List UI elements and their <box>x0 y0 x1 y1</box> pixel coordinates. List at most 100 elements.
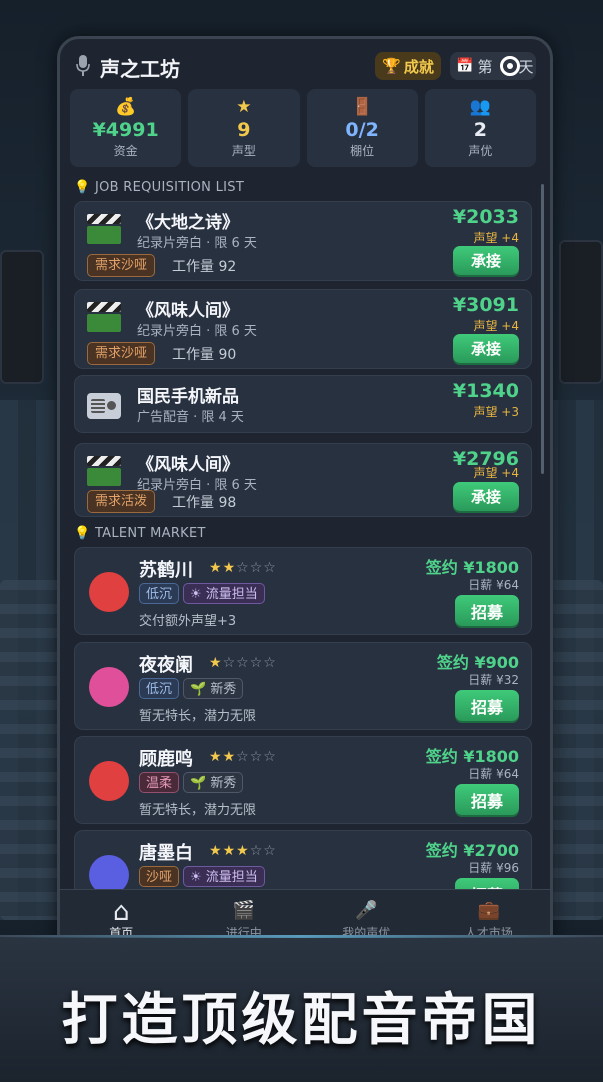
calendar-icon: 📅 <box>456 58 474 74</box>
job-price: ¥3091 <box>452 294 519 316</box>
trophy-icon: 🏆 <box>382 57 401 75</box>
accept-job-button[interactable]: 承接 <box>453 482 519 511</box>
star-filled-icon: ★ <box>209 749 223 765</box>
recruit-button[interactable]: 招募 <box>455 784 519 815</box>
stat-value: 2 <box>473 119 487 141</box>
radio-icon <box>87 393 121 419</box>
talent-name: 苏鹤川 <box>139 560 193 581</box>
job-subtitle: 纪录片旁白 · 限 6 天 <box>137 324 257 339</box>
accept-job-button[interactable]: 承接 <box>453 246 519 275</box>
requirement-tag: 需求沙哑 <box>87 254 156 277</box>
job-price: ¥1340 <box>452 380 519 402</box>
job-title: 国民手机新品 <box>137 387 239 407</box>
clapper-top <box>87 302 121 312</box>
stat-value: ¥4991 <box>92 119 159 141</box>
trait-tag: 🌱 新秀 <box>183 678 244 699</box>
app-window: 声之工坊 🏆 成就 📅 第 天 💰 ¥4991 资金 ★ 9 声型 🚪 0/2 棚位 👥 2 声优 💡… <box>57 36 553 1002</box>
job-price: ¥2033 <box>452 206 519 228</box>
trait-tag: 低沉 <box>139 583 180 604</box>
app-title: 声之工坊 <box>100 57 180 81</box>
fame-reward: 声望 +4 <box>473 319 519 333</box>
speed-toggle[interactable] <box>500 56 520 76</box>
job-card[interactable]: 《风味人间》 纪录片旁白 · 限 6 天需求活泼 工作量 98 ¥2796 声望 +4 承… <box>74 443 532 517</box>
star-rating: ★★☆☆☆ <box>209 560 277 576</box>
fame-reward: 声望 +3 <box>473 405 519 419</box>
recruit-button[interactable]: 招募 <box>455 595 519 626</box>
star-empty-icon: ☆ <box>249 843 264 859</box>
job-card[interactable]: 《风味人间》 纪录片旁白 · 限 6 天需求沙哑 工作量 90 ¥3091 声望 +4 承… <box>74 289 532 369</box>
talent-name: 夜夜阑 <box>139 655 193 676</box>
stat-card: 👥 2 声优 <box>424 89 536 167</box>
star-filled-icon: ★ <box>222 560 237 576</box>
star-empty-icon: ☆ <box>263 749 277 765</box>
signing-fee: 签约 ¥1800 <box>425 558 519 577</box>
briefcase-icon: 💼 <box>477 899 500 921</box>
microphone-icon <box>76 55 90 76</box>
daily-salary: 日薪 ¥32 <box>468 673 519 687</box>
star-empty-icon: ☆ <box>249 655 264 671</box>
job-card[interactable]: 国民手机新品 广告配音 · 限 4 天 ¥1340 声望 +3 <box>74 375 532 433</box>
scrollbar[interactable] <box>541 184 544 474</box>
fame-reward: 声望 +4 <box>473 466 519 480</box>
stat-label: 声型 <box>231 144 256 158</box>
stat-label: 声优 <box>468 144 493 158</box>
avatar <box>89 761 129 801</box>
star-empty-icon: ☆ <box>263 843 277 859</box>
speaker-right-decoration <box>559 240 603 384</box>
recruit-button[interactable]: 招募 <box>455 690 519 721</box>
clapper-body <box>87 314 121 332</box>
job-title: 《风味人间》 <box>137 301 239 321</box>
stat-label: 资金 <box>113 144 138 158</box>
talent-card[interactable]: 苏鹤川 ★★☆☆☆ 低沉 ☀ 流量担当 交付额外声望+3 签约 ¥1800 日薪 ¥64 招募 <box>74 547 532 635</box>
speaker-left-decoration <box>0 250 44 384</box>
fame-reward: 声望 +4 <box>473 231 519 245</box>
banner-slogan: 打造顶级配音帝国 <box>61 987 542 1053</box>
stat-value: 0/2 <box>345 119 379 141</box>
star-filled-icon: ★ <box>236 843 250 859</box>
trait-tag: 低沉 <box>139 678 180 699</box>
star-filled-icon: ★ <box>209 655 223 671</box>
avatar <box>89 667 129 707</box>
star-empty-icon: ☆ <box>236 749 250 765</box>
talent-description: 暂无特长，潜力无限 <box>139 709 257 724</box>
clapperboard-icon <box>87 302 121 332</box>
people-icon: 👥 <box>469 97 491 117</box>
star-rating: ★★☆☆☆ <box>209 749 277 765</box>
star-filled-icon: ★ <box>222 843 237 859</box>
trait-tag: ☀ 流量担当 <box>183 866 265 887</box>
trait-tag: 温柔 <box>139 772 180 793</box>
daily-salary: 日薪 ¥96 <box>468 861 519 875</box>
job-subtitle: 纪录片旁白 · 限 6 天 <box>137 236 257 251</box>
booth-icon: 🚪 <box>351 97 373 117</box>
talent-description: 交付额外声望+3 <box>139 614 237 629</box>
star-empty-icon: ☆ <box>263 655 277 671</box>
star-rating: ★☆☆☆☆ <box>209 655 277 671</box>
talent-card[interactable]: 顾鹿鸣 ★★☆☆☆ 温柔 🌱 新秀 暂无特长，潜力无限 签约 ¥1800 日薪 ¥64 招募 <box>74 736 532 824</box>
job-title: 《风味人间》 <box>137 455 239 475</box>
microphone-icon: 🎤 <box>355 899 378 921</box>
requirement-tag: 需求沙哑 <box>87 342 156 365</box>
achievements-button[interactable]: 🏆 成就 <box>375 52 441 80</box>
job-section-header: 💡 JOB REQUISITION LIST <box>74 180 244 195</box>
stat-card: ★ 9 声型 <box>188 89 300 167</box>
daily-salary: 日薪 ¥64 <box>468 578 519 592</box>
top-bar: 声之工坊 🏆 成就 📅 第 天 <box>60 39 550 91</box>
clapperboard-icon <box>87 456 121 486</box>
star-empty-icon: ☆ <box>236 655 250 671</box>
requirement-tag: 需求活泼 <box>87 490 156 513</box>
day-counter[interactable]: 📅 第 天 <box>450 52 536 80</box>
talent-name: 唐墨白 <box>139 843 193 864</box>
signing-fee: 签约 ¥2700 <box>425 841 519 860</box>
job-card[interactable]: 《大地之诗》 纪录片旁白 · 限 6 天需求沙哑 工作量 92 ¥2033 声望 +4 承… <box>74 201 532 281</box>
clapper-top <box>87 456 121 466</box>
talent-section-header: 💡 TALENT MARKET <box>74 526 206 541</box>
accept-job-button[interactable]: 承接 <box>453 334 519 363</box>
star-filled-icon: ★ <box>209 843 223 859</box>
star-empty-icon: ☆ <box>236 560 250 576</box>
talent-card[interactable]: 夜夜阑 ★☆☆☆☆ 低沉 🌱 新秀 暂无特长，潜力无限 签约 ¥900 日薪 ¥32 招募 <box>74 642 532 730</box>
talent-name: 顾鹿鸣 <box>139 749 193 770</box>
job-subtitle: 纪录片旁白 · 限 6 天 <box>137 478 257 493</box>
day-suffix: 天 <box>518 57 534 76</box>
job-title: 《大地之诗》 <box>137 213 239 233</box>
trait-tag: 🌱 新秀 <box>183 772 244 793</box>
